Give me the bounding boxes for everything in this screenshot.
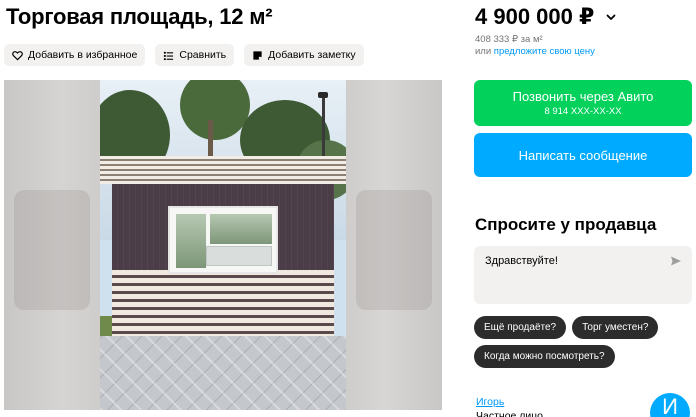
- price-per-meter: 408 333 ₽ за м²: [475, 34, 543, 45]
- offer-prefix: или: [475, 46, 494, 57]
- add-to-favorites-button[interactable]: Добавить в избранное: [4, 44, 146, 66]
- send-icon[interactable]: [670, 254, 682, 266]
- listing-actions: Добавить в избранное Сравнить Добавить з…: [4, 44, 364, 66]
- note-icon: [252, 50, 263, 61]
- offer-price-link[interactable]: предложите свою цену: [494, 46, 595, 57]
- price-block: 4 900 000 ₽: [475, 4, 618, 30]
- photo-gallery[interactable]: [4, 80, 442, 410]
- quick-question-chip[interactable]: Ещё продаёте?: [474, 316, 567, 339]
- seller-type: Частное лицо: [476, 410, 544, 417]
- compare-label: Сравнить: [179, 49, 227, 61]
- heart-icon: [12, 50, 23, 61]
- add-note-button[interactable]: Добавить заметку: [244, 44, 364, 66]
- avatar[interactable]: И: [650, 393, 690, 417]
- call-button-phone: 8 914 XXX-XX-XX: [544, 106, 622, 117]
- call-button-label: Позвонить через Авито: [512, 89, 654, 104]
- add-note-label: Добавить заметку: [268, 49, 356, 61]
- listing-title: Торговая площадь, 12 м²: [6, 4, 273, 29]
- ask-seller-title: Спросите у продавца: [475, 215, 657, 234]
- ask-seller-input[interactable]: Здравствуйте!: [474, 246, 692, 304]
- add-to-favorites-label: Добавить в избранное: [28, 49, 138, 61]
- photo-kiosk-window: [168, 206, 278, 274]
- photo-pavement: [100, 336, 346, 410]
- gallery-blur-right: [346, 80, 442, 410]
- gallery-blur-left: [4, 80, 100, 410]
- quick-questions: Ещё продаёте? Торг уместен? Когда можно …: [474, 316, 696, 368]
- call-via-avito-button[interactable]: Позвонить через Авито 8 914 XXX-XX-XX: [474, 80, 692, 126]
- offer-price: или предложите свою цену: [475, 46, 595, 57]
- photo-lamp-head: [318, 92, 328, 98]
- photo-kiosk-stripes: [112, 270, 334, 336]
- quick-question-chip[interactable]: Когда можно посмотреть?: [474, 345, 615, 368]
- chevron-down-icon[interactable]: [604, 10, 618, 24]
- listing-photo[interactable]: [100, 80, 346, 410]
- photo-trunk: [208, 120, 213, 160]
- price-value: 4 900 000 ₽: [475, 4, 595, 29]
- compare-button[interactable]: Сравнить: [155, 44, 235, 66]
- photo-kiosk-roof: [100, 156, 346, 184]
- seller-name-link[interactable]: Игорь: [476, 396, 504, 408]
- quick-question-chip[interactable]: Торг уместен?: [572, 316, 659, 339]
- write-message-button[interactable]: Написать сообщение: [474, 133, 692, 177]
- compare-icon: [163, 50, 174, 61]
